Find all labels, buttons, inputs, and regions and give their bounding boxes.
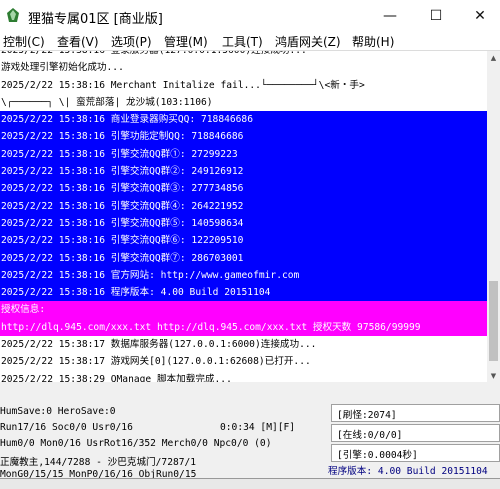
log-line: http://dlq.945.com/xxx.txt http://dlq.94… — [0, 318, 487, 337]
menu-view[interactable]: 查看(V) — [57, 33, 99, 50]
log-line: \┌──────┐ \| 蛮荒部落| 龙沙城(103:1106) — [1, 96, 213, 108]
minimize-button[interactable]: — — [368, 0, 412, 32]
program-version: 程序版本: 4.00 Build 20151104 — [328, 466, 488, 477]
bottom-toolbar-strip — [0, 478, 500, 489]
app-icon — [7, 8, 19, 22]
engine-time: [引擎:0.0004秒] — [337, 450, 418, 461]
status-counts: Hum0/0 Mon0/16 UsrRot16/352 Merch0/0 Npc… — [0, 438, 272, 449]
status-timer: 0:0:34 [M][F] — [220, 422, 296, 433]
log-line: 2025/2/22 15:38:16 引擎交流QQ群⑤: 140598634 — [0, 214, 487, 233]
log-view[interactable]: 2025/2/22 15:38:16 登录服务器(127.0.0.1:5600)… — [0, 51, 487, 382]
log-line: 2025/2/22 15:38:17 数据库服务器(127.0.0.1:6000… — [1, 339, 317, 351]
online-box: [在线:0/0/0] — [331, 424, 500, 442]
close-button[interactable]: ✕ — [458, 0, 500, 32]
log-line: 2025/2/22 15:38:16 官方网站: http://www.game… — [0, 266, 487, 285]
menu-gateway[interactable]: 鸿盾网关(Z) — [275, 33, 341, 50]
engine-box: [引擎:0.0004秒] — [331, 444, 500, 462]
log-line: 2025/2/22 15:38:29 QManage 脚本加载完成... — [1, 373, 232, 382]
window-title: 狸猫专属01区 [商业版] — [28, 12, 163, 27]
log-line: 2025/2/22 15:38:16 程序版本: 4.00 Build 2015… — [0, 284, 487, 302]
menu-help[interactable]: 帮助(H) — [352, 33, 394, 50]
menu-control[interactable]: 控制(C) — [3, 33, 45, 50]
log-line: 2025/2/22 15:38:16 引擎功能定制QQ: 718846686 — [0, 128, 487, 146]
maximize-icon: ☐ — [429, 8, 443, 24]
refresh-box: [刷怪:2074] — [331, 404, 500, 422]
log-line: 2025/2/22 15:38:16 引擎交流QQ群②: 249126912 — [0, 163, 487, 181]
status-panel: HumSave:0 HeroSave:0 Run17/16 Soc0/0 Usr… — [0, 400, 500, 488]
maximize-button[interactable]: ☐ — [414, 0, 458, 32]
status-run: Run17/16 Soc0/0 Usr0/16 — [0, 422, 133, 433]
menu-bar: 控制(C) 查看(V) 选项(P) 管理(M) 工具(T) 鸿盾网关(Z) 帮助… — [0, 32, 500, 51]
log-line: 2025/2/22 15:38:16 引擎交流QQ群①: 27299223 — [0, 145, 487, 164]
log-line: 2025/2/22 15:38:17 游戏网关[0](127.0.0.1:626… — [1, 356, 311, 368]
title-bar: 狸猫专属01区 [商业版] — ☐ ✕ — [0, 0, 500, 32]
log-line: 2025/2/22 15:38:16 引擎交流QQ群③: 277734856 — [0, 180, 487, 198]
minimize-icon: — — [383, 8, 397, 24]
scroll-up-icon[interactable]: ▲ — [487, 51, 500, 64]
log-line: 2025/2/22 15:38:16 引擎交流QQ群⑥: 122209510 — [0, 232, 487, 250]
log-line: 2025/2/22 15:38:16 登录服务器(127.0.0.1:5600)… — [0, 51, 487, 59]
close-icon: ✕ — [474, 8, 486, 24]
log-line: 2025/2/22 15:38:16 引擎交流QQ群④: 264221952 — [0, 197, 487, 215]
log-line: 游戏处理引擎初始化成功... — [1, 62, 124, 74]
menu-options[interactable]: 选项(P) — [111, 33, 152, 50]
menu-tools[interactable]: 工具(T) — [222, 33, 263, 50]
log-line: 2025/2/22 15:38:16 引擎交流QQ群⑦: 286703001 — [0, 249, 487, 267]
log-line: 2025/2/22 15:38:16 商业登录器购买QQ: 718846686 — [0, 111, 487, 129]
status-save: HumSave:0 HeroSave:0 — [0, 406, 116, 417]
log-line: 2025/2/22 15:38:16 Merchant Initalize fa… — [1, 79, 365, 91]
log-line: 授权信息: — [0, 301, 487, 319]
scroll-down-icon[interactable]: ▼ — [487, 369, 500, 382]
refresh-count: [刷怪:2074] — [337, 410, 397, 421]
scroll-thumb[interactable] — [489, 281, 498, 361]
log-scrollbar[interactable]: ▲ ▼ — [487, 51, 500, 382]
splitter[interactable] — [0, 382, 500, 400]
menu-manage[interactable]: 管理(M) — [164, 33, 208, 50]
status-boss: 正魔教主,144/7288 - 沙巴克城门/7287/1 — [0, 457, 197, 468]
online-count: [在线:0/0/0] — [337, 430, 403, 441]
